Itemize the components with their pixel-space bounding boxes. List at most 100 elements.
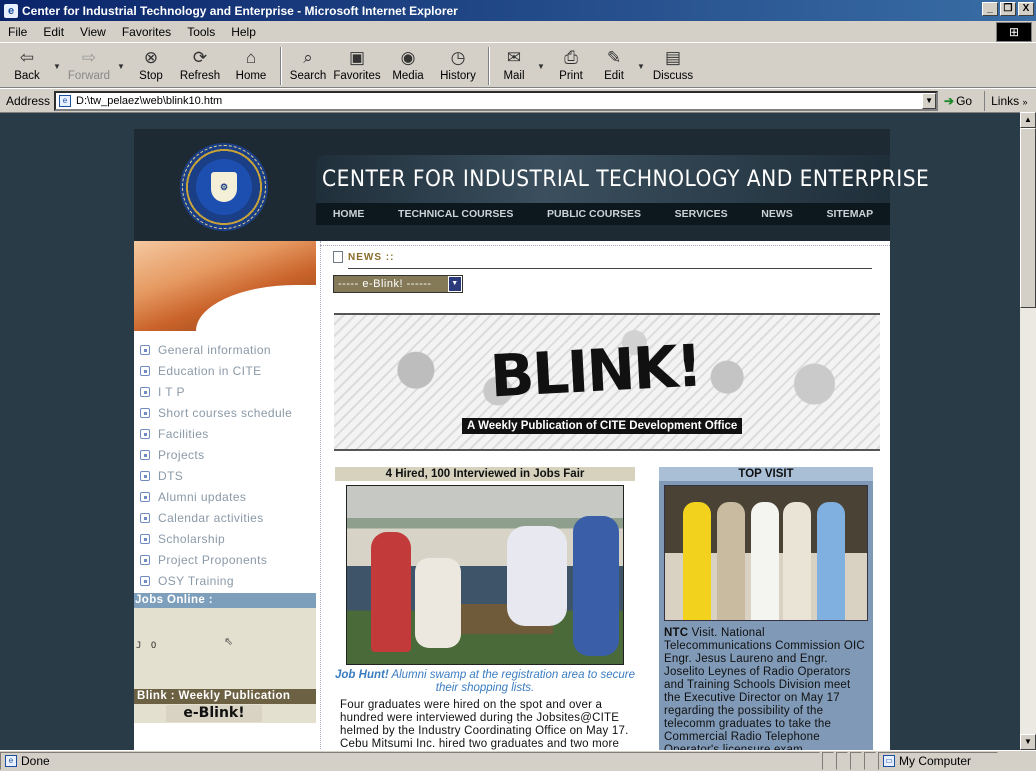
sidebar-item-osy-training[interactable]: OSY Training: [134, 570, 316, 591]
sidebar-item-alumni-updates[interactable]: Alumni updates: [134, 486, 316, 507]
web-page: ⚙ CENTER FOR INDUSTRIAL TECHNOLOGY AND E…: [134, 129, 929, 750]
mail-dropdown[interactable]: ▼: [534, 44, 548, 88]
banner-title: CENTER FOR INDUSTRIAL TECHNOLOGY AND ENT…: [322, 166, 930, 192]
nav-public-courses[interactable]: PUBLIC COURSES: [547, 208, 641, 220]
jobs-fair-photo: [346, 485, 624, 665]
search-icon: ⌕: [303, 48, 313, 67]
edit-dropdown[interactable]: ▼: [634, 44, 648, 88]
site-nav: HOME TECHNICAL COURSES PUBLIC COURSES SE…: [316, 203, 890, 225]
toolbar-separator: [488, 47, 490, 85]
home-button[interactable]: ⌂ Home: [226, 44, 276, 88]
chevron-down-icon: ▼: [53, 62, 61, 71]
stop-icon: ⊗: [143, 48, 159, 67]
sidebar-item-project-proponents[interactable]: Project Proponents: [134, 549, 316, 570]
nav-technical-courses[interactable]: TECHNICAL COURSES: [398, 208, 513, 220]
menu-edit[interactable]: Edit: [35, 25, 72, 39]
sidebar-item-calendar[interactable]: Calendar activities: [134, 507, 316, 528]
go-button[interactable]: ➔ Go: [944, 94, 972, 108]
print-button[interactable]: ⎙ Print: [548, 44, 594, 88]
forward-arrow-icon: ⇨: [81, 48, 97, 67]
scroll-down-arrow-icon[interactable]: ▼: [1020, 734, 1036, 750]
nav-services[interactable]: SERVICES: [675, 208, 728, 220]
bullet-icon: [140, 449, 150, 460]
scroll-thumb[interactable]: [1020, 128, 1036, 308]
left-column: General information Education in CITE I …: [134, 241, 316, 750]
stop-button[interactable]: ⊗ Stop: [128, 44, 174, 88]
header-photo: [134, 241, 316, 331]
nav-sitemap[interactable]: SITEMAP: [826, 208, 873, 220]
vertical-scrollbar[interactable]: ▲ ▼: [1020, 112, 1036, 750]
discuss-button[interactable]: ▤ Discuss: [648, 44, 698, 88]
favorites-button[interactable]: ▣ Favorites: [330, 44, 384, 88]
bullet-icon: [140, 344, 150, 355]
blink-tagline: A Weekly Publication of CITE Development…: [462, 418, 743, 434]
printer-icon: ⎙: [564, 48, 578, 67]
bullet-icon: [140, 575, 150, 586]
address-input[interactable]: e D:\tw_pelaez\web\blink10.htm ▼: [54, 90, 939, 111]
site-header: ⚙ CENTER FOR INDUSTRIAL TECHNOLOGY AND E…: [134, 129, 929, 241]
forward-dropdown[interactable]: ▼: [114, 44, 128, 88]
restore-button[interactable]: ❐: [1000, 2, 1016, 16]
mail-button[interactable]: ✉ Mail: [494, 44, 534, 88]
sidebar-item-scholarship[interactable]: Scholarship: [134, 528, 316, 549]
page-icon: e: [59, 94, 72, 107]
sidebar-item-itp[interactable]: I T P: [134, 381, 316, 402]
address-dropdown[interactable]: ▼: [922, 92, 937, 109]
mail-icon: ✉: [506, 48, 522, 67]
status-bar: e Done ▭ My Computer: [0, 750, 1036, 771]
news-underline: [348, 268, 872, 269]
sidebar-item-dts[interactable]: DTS: [134, 465, 316, 486]
ie-icon: e: [4, 3, 18, 18]
status-text-pane: e Done: [0, 752, 820, 770]
security-zone: ▭ My Computer: [878, 752, 998, 770]
search-button[interactable]: ⌕ Search: [286, 44, 330, 88]
forward-button[interactable]: ⇨ Forward: [64, 44, 114, 88]
scroll-up-arrow-icon[interactable]: ▲: [1020, 112, 1036, 128]
minimize-button[interactable]: _: [982, 2, 998, 16]
menu-help[interactable]: Help: [223, 25, 264, 39]
address-label: Address: [6, 93, 51, 108]
edit-button[interactable]: ✎ Edit: [594, 44, 634, 88]
document-icon: [333, 251, 343, 263]
media-button[interactable]: ◉ Media: [384, 44, 432, 88]
bullet-icon: [140, 491, 150, 502]
sidebar-item-education[interactable]: Education in CITE: [134, 360, 316, 381]
cursor-icon: ⇖: [224, 636, 234, 648]
jobs-fair-body: Four graduates were hired on the spot an…: [340, 699, 629, 750]
jobs-ticker[interactable]: J O: [136, 641, 158, 651]
sidebar-item-facilities[interactable]: Facilities: [134, 423, 316, 444]
ntc-visit-photo: [664, 485, 868, 621]
back-dropdown[interactable]: ▼: [50, 44, 64, 88]
menu-bar: File Edit View Favorites Tools Help ⊞: [0, 21, 1036, 43]
jobs-online-panel: Jobs Online : J O ⇖: [134, 593, 316, 689]
nav-home[interactable]: HOME: [333, 208, 365, 220]
chevron-down-icon: ▼: [117, 62, 125, 71]
windows-logo-icon: ⊞: [996, 22, 1032, 42]
chevron-right-icon: »: [1022, 96, 1028, 107]
sidebar-item-short-courses[interactable]: Short courses schedule: [134, 402, 316, 423]
blink-wordmark: BLINK!: [488, 331, 703, 411]
sidebar-item-projects[interactable]: Projects: [134, 444, 316, 465]
address-value: D:\tw_pelaez\web\blink10.htm: [76, 94, 223, 107]
news-heading: NEWS ::: [333, 251, 394, 263]
menu-tools[interactable]: Tools: [179, 25, 223, 39]
links-button[interactable]: Links »: [984, 90, 1028, 111]
refresh-button[interactable]: ⟳ Refresh: [174, 44, 226, 88]
close-button[interactable]: X: [1018, 2, 1034, 16]
nav-news[interactable]: NEWS: [761, 208, 793, 220]
menu-favorites[interactable]: Favorites: [114, 25, 179, 39]
back-button[interactable]: ⇦ Back: [4, 44, 50, 88]
media-icon: ◉: [400, 48, 416, 67]
browser-viewport: ⚙ CENTER FOR INDUSTRIAL TECHNOLOGY AND E…: [0, 112, 1020, 750]
favorites-icon: ▣: [348, 48, 366, 67]
history-button[interactable]: ◷ History: [432, 44, 484, 88]
menu-file[interactable]: File: [0, 25, 35, 39]
address-bar: Address e D:\tw_pelaez\web\blink10.htm ▼…: [0, 88, 1036, 112]
eblink-select[interactable]: ----- e-Blink! ------ ▼: [333, 275, 463, 293]
eblink-logo[interactable]: e-Blink!: [166, 705, 262, 722]
page-done-icon: e: [5, 755, 17, 767]
menu-view[interactable]: View: [72, 25, 114, 39]
sidebar-item-general-information[interactable]: General information: [134, 339, 316, 360]
bullet-icon: [140, 365, 150, 376]
home-icon: ⌂: [245, 48, 257, 67]
